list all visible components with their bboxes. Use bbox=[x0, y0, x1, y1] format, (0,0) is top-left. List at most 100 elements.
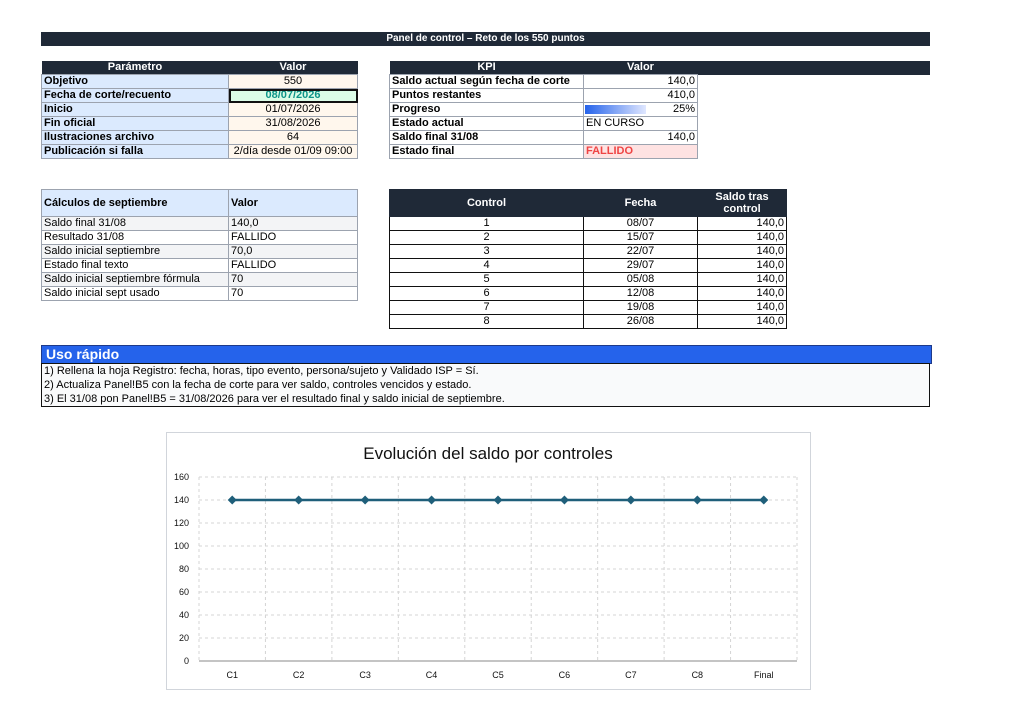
params-header-param: Parámetro bbox=[41, 61, 229, 75]
quick-use-body: 1) Rellena la hoja Registro: fecha, hora… bbox=[41, 363, 930, 407]
table-row: Fin oficial 31/08/2026 bbox=[41, 116, 358, 131]
control-balance[interactable]: 140,0 bbox=[697, 244, 787, 259]
kpi-value-cell[interactable]: 140,0 bbox=[583, 74, 698, 89]
september-header-label: Cálculos de septiembre bbox=[41, 189, 229, 217]
param-value-cell[interactable]: 2/día desde 01/09 09:00 bbox=[228, 144, 358, 159]
y-tick-label: 20 bbox=[179, 633, 189, 643]
status-final-cell[interactable]: FALLIDO bbox=[583, 144, 698, 159]
control-balance[interactable]: 140,0 bbox=[697, 314, 787, 329]
cutoff-date-cell[interactable]: 08/07/2026 bbox=[228, 88, 358, 103]
control-number[interactable]: 5 bbox=[389, 272, 584, 287]
empty-cell bbox=[698, 103, 931, 117]
control-date[interactable]: 19/08 bbox=[583, 300, 698, 315]
control-date[interactable]: 22/07 bbox=[583, 244, 698, 259]
table-row: 6 12/08 140,0 bbox=[389, 286, 787, 301]
balance-chart[interactable]: Evolución del saldo por controles 0 20 40 6… bbox=[166, 432, 811, 690]
control-number[interactable]: 1 bbox=[389, 216, 584, 231]
param-value-cell[interactable]: 31/08/2026 bbox=[228, 116, 358, 131]
september-value-cell[interactable]: 70 bbox=[228, 286, 358, 301]
table-row: Estado final texto FALLIDO bbox=[41, 258, 358, 273]
september-value-cell[interactable]: 70,0 bbox=[228, 244, 358, 259]
control-balance[interactable]: 140,0 bbox=[697, 300, 787, 315]
control-date[interactable]: 26/08 bbox=[583, 314, 698, 329]
control-balance[interactable]: 140,0 bbox=[697, 216, 787, 231]
table-row: Saldo final 31/08 140,0 bbox=[389, 130, 931, 145]
september-label: Saldo final 31/08 bbox=[41, 216, 229, 231]
table-row: 2 15/07 140,0 bbox=[389, 230, 787, 245]
kpi-value-cell[interactable]: 140,0 bbox=[583, 130, 698, 145]
control-balance[interactable]: 140,0 bbox=[697, 230, 787, 245]
data-point-marker[interactable] bbox=[227, 495, 237, 505]
controls-header-control: Control bbox=[389, 189, 584, 217]
kpi-label: Progreso bbox=[389, 102, 584, 117]
data-point-marker[interactable] bbox=[360, 495, 370, 505]
data-point-marker[interactable] bbox=[692, 495, 702, 505]
data-point-marker[interactable] bbox=[626, 495, 636, 505]
balance-chart-svg: Evolución del saldo por controles 0 20 40 6… bbox=[174, 444, 798, 680]
param-label: Fin oficial bbox=[41, 116, 229, 131]
control-number[interactable]: 3 bbox=[389, 244, 584, 259]
table-row: 5 05/08 140,0 bbox=[389, 272, 787, 287]
control-date[interactable]: 15/07 bbox=[583, 230, 698, 245]
control-date[interactable]: 29/07 bbox=[583, 258, 698, 273]
control-number[interactable]: 8 bbox=[389, 314, 584, 329]
quick-use-line: 3) El 31/08 pon Panel!B5 = 31/08/2026 pa… bbox=[44, 393, 505, 405]
control-number[interactable]: 4 bbox=[389, 258, 584, 273]
table-row: Saldo inicial septiembre 70,0 bbox=[41, 244, 358, 259]
control-date[interactable]: 12/08 bbox=[583, 286, 698, 301]
september-value-cell[interactable]: FALLIDO bbox=[228, 230, 358, 245]
control-number[interactable]: 6 bbox=[389, 286, 584, 301]
chart-grid bbox=[198, 476, 798, 662]
september-label: Saldo inicial septiembre bbox=[41, 244, 229, 259]
x-tick-label: C5 bbox=[492, 670, 504, 680]
table-row: Estado final FALLIDO bbox=[389, 144, 931, 159]
table-row: Fecha de corte/recuento 08/07/2026 bbox=[41, 88, 358, 103]
y-tick-label: 60 bbox=[179, 587, 189, 597]
quick-use-title: Uso rápido bbox=[41, 345, 932, 364]
y-tick-label: 140 bbox=[174, 495, 189, 505]
y-tick-label: 120 bbox=[174, 518, 189, 528]
empty-cell bbox=[698, 89, 931, 103]
x-tick-label: C3 bbox=[359, 670, 371, 680]
kpi-header-kpi: KPI bbox=[389, 61, 584, 75]
controls-header-balance: Saldo tras control bbox=[697, 189, 787, 217]
control-balance[interactable]: 140,0 bbox=[697, 258, 787, 273]
control-number[interactable]: 7 bbox=[389, 300, 584, 315]
y-tick-label: 80 bbox=[179, 564, 189, 574]
data-point-marker[interactable] bbox=[294, 495, 304, 505]
data-point-marker[interactable] bbox=[427, 495, 437, 505]
september-label: Estado final texto bbox=[41, 258, 229, 273]
param-value-cell[interactable]: 64 bbox=[228, 130, 358, 145]
september-value-cell[interactable]: FALLIDO bbox=[228, 258, 358, 273]
table-row: Progreso 25% bbox=[389, 102, 931, 117]
param-label: Ilustraciones archivo bbox=[41, 130, 229, 145]
x-tick-label: C4 bbox=[426, 670, 438, 680]
status-current-cell[interactable]: EN CURSO bbox=[583, 116, 698, 131]
data-point-marker[interactable] bbox=[559, 495, 569, 505]
table-row: Saldo inicial septiembre fórmula 70 bbox=[41, 272, 358, 287]
kpi-value-cell[interactable]: 410,0 bbox=[583, 88, 698, 103]
september-value-cell[interactable]: 140,0 bbox=[228, 216, 358, 231]
september-value-cell[interactable]: 70 bbox=[228, 272, 358, 287]
kpi-label: Saldo actual según fecha de corte bbox=[389, 74, 584, 89]
table-row: Resultado 31/08 FALLIDO bbox=[41, 230, 358, 245]
control-balance[interactable]: 140,0 bbox=[697, 286, 787, 301]
control-date[interactable]: 08/07 bbox=[583, 216, 698, 231]
x-tick-label: C1 bbox=[226, 670, 238, 680]
kpi-label: Saldo final 31/08 bbox=[389, 130, 584, 145]
empty-cell bbox=[698, 145, 931, 159]
param-value-cell[interactable]: 550 bbox=[228, 74, 358, 89]
control-date[interactable]: 05/08 bbox=[583, 272, 698, 287]
data-point-marker[interactable] bbox=[759, 495, 769, 505]
empty-cell bbox=[698, 131, 931, 145]
kpi-table: KPI Valor Saldo actual según fecha de co… bbox=[389, 61, 931, 159]
y-tick-label: 0 bbox=[184, 656, 189, 666]
data-point-marker[interactable] bbox=[493, 495, 503, 505]
param-value-cell[interactable]: 01/07/2026 bbox=[228, 102, 358, 117]
x-tick-label: Final bbox=[754, 670, 774, 680]
x-tick-label: C7 bbox=[625, 670, 637, 680]
control-number[interactable]: 2 bbox=[389, 230, 584, 245]
progress-cell[interactable]: 25% bbox=[583, 102, 698, 117]
y-tick-label: 40 bbox=[179, 610, 189, 620]
control-balance[interactable]: 140,0 bbox=[697, 272, 787, 287]
